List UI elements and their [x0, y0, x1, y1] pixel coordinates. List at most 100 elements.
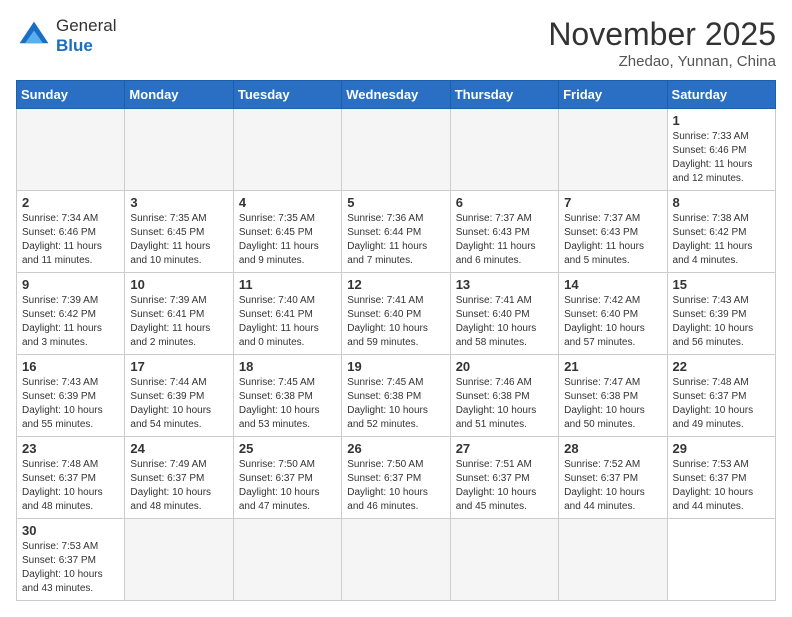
day-number: 2: [22, 195, 119, 210]
location: Zhedao, Yunnan, China: [548, 53, 776, 70]
calendar: SundayMondayTuesdayWednesdayThursdayFrid…: [16, 80, 776, 601]
day-info: Sunrise: 7:49 AM Sunset: 6:37 PM Dayligh…: [130, 458, 227, 514]
day-number: 7: [564, 195, 661, 210]
day-number: 6: [456, 195, 553, 210]
month-title: November 2025: [548, 16, 776, 53]
calendar-cell: 8 Sunrise: 7:38 AM Sunset: 6:42 PM Daylig…: [667, 191, 775, 273]
day-info: Sunrise: 7:45 AM Sunset: 6:38 PM Dayligh…: [239, 376, 336, 432]
day-number: 21: [564, 359, 661, 374]
day-info: Sunrise: 7:37 AM Sunset: 6:43 PM Dayligh…: [456, 212, 553, 268]
page-header: General Blue November 2025 Zhedao, Yunna…: [16, 16, 776, 70]
day-number: 19: [347, 359, 444, 374]
day-info: Sunrise: 7:36 AM Sunset: 6:44 PM Dayligh…: [347, 212, 444, 268]
day-info: Sunrise: 7:50 AM Sunset: 6:37 PM Dayligh…: [347, 458, 444, 514]
calendar-row: 1Sunrise: 7:33 AM Sunset: 6:46 PM Daylig…: [17, 109, 776, 191]
day-info: Sunrise: 7:44 AM Sunset: 6:39 PM Dayligh…: [130, 376, 227, 432]
day-info: Sunrise: 7:48 AM Sunset: 6:37 PM Dayligh…: [22, 458, 119, 514]
day-info: Sunrise: 7:42 AM Sunset: 6:40 PM Dayligh…: [564, 294, 661, 350]
weekday-header-sunday: Sunday: [17, 81, 125, 109]
day-number: 17: [130, 359, 227, 374]
day-info: Sunrise: 7:41 AM Sunset: 6:40 PM Dayligh…: [347, 294, 444, 350]
day-info: Sunrise: 7:50 AM Sunset: 6:37 PM Dayligh…: [239, 458, 336, 514]
title-block: November 2025 Zhedao, Yunnan, China: [548, 16, 776, 70]
calendar-cell: 24 Sunrise: 7:49 AM Sunset: 6:37 PM Dayli…: [125, 437, 233, 519]
weekday-header-friday: Friday: [559, 81, 667, 109]
day-number: 29: [673, 441, 770, 456]
day-number: 4: [239, 195, 336, 210]
day-number: 25: [239, 441, 336, 456]
calendar-cell: 25 Sunrise: 7:50 AM Sunset: 6:37 PM Dayli…: [233, 437, 341, 519]
logo: General Blue: [16, 16, 116, 56]
day-number: 27: [456, 441, 553, 456]
weekday-header-row: SundayMondayTuesdayWednesdayThursdayFrid…: [17, 81, 776, 109]
day-number: 11: [239, 277, 336, 292]
day-number: 20: [456, 359, 553, 374]
weekday-header-thursday: Thursday: [450, 81, 558, 109]
calendar-cell: [233, 109, 341, 191]
weekday-header-monday: Monday: [125, 81, 233, 109]
day-number: 13: [456, 277, 553, 292]
day-info: Sunrise: 7:45 AM Sunset: 6:38 PM Dayligh…: [347, 376, 444, 432]
day-number: 22: [673, 359, 770, 374]
day-number: 18: [239, 359, 336, 374]
calendar-cell: 3 Sunrise: 7:35 AM Sunset: 6:45 PM Daylig…: [125, 191, 233, 273]
day-info: Sunrise: 7:39 AM Sunset: 6:41 PM Dayligh…: [130, 294, 227, 350]
calendar-cell: 10 Sunrise: 7:39 AM Sunset: 6:41 PM Dayli…: [125, 273, 233, 355]
day-number: 14: [564, 277, 661, 292]
day-info: Sunrise: 7:52 AM Sunset: 6:37 PM Dayligh…: [564, 458, 661, 514]
calendar-cell: [450, 109, 558, 191]
calendar-row: 23 Sunrise: 7:48 AM Sunset: 6:37 PM Dayli…: [17, 437, 776, 519]
calendar-cell: 11 Sunrise: 7:40 AM Sunset: 6:41 PM Dayli…: [233, 273, 341, 355]
calendar-cell: [17, 109, 125, 191]
day-info: Sunrise: 7:35 AM Sunset: 6:45 PM Dayligh…: [130, 212, 227, 268]
calendar-cell: 5 Sunrise: 7:36 AM Sunset: 6:44 PM Daylig…: [342, 191, 450, 273]
day-info: Sunrise: 7:33 AM Sunset: 6:46 PM Dayligh…: [673, 130, 770, 186]
day-info: Sunrise: 7:43 AM Sunset: 6:39 PM Dayligh…: [22, 376, 119, 432]
day-number: 26: [347, 441, 444, 456]
day-info: Sunrise: 7:37 AM Sunset: 6:43 PM Dayligh…: [564, 212, 661, 268]
day-info: Sunrise: 7:34 AM Sunset: 6:46 PM Dayligh…: [22, 212, 119, 268]
day-info: Sunrise: 7:51 AM Sunset: 6:37 PM Dayligh…: [456, 458, 553, 514]
day-number: 3: [130, 195, 227, 210]
calendar-cell: [125, 519, 233, 601]
calendar-cell: [342, 519, 450, 601]
calendar-cell: 6 Sunrise: 7:37 AM Sunset: 6:43 PM Daylig…: [450, 191, 558, 273]
day-number: 5: [347, 195, 444, 210]
calendar-cell: 14 Sunrise: 7:42 AM Sunset: 6:40 PM Dayli…: [559, 273, 667, 355]
day-number: 8: [673, 195, 770, 210]
calendar-row: 2 Sunrise: 7:34 AM Sunset: 6:46 PM Daylig…: [17, 191, 776, 273]
day-number: 12: [347, 277, 444, 292]
day-number: 28: [564, 441, 661, 456]
calendar-cell: 18 Sunrise: 7:45 AM Sunset: 6:38 PM Dayli…: [233, 355, 341, 437]
day-number: 24: [130, 441, 227, 456]
weekday-header-wednesday: Wednesday: [342, 81, 450, 109]
calendar-cell: 23 Sunrise: 7:48 AM Sunset: 6:37 PM Dayli…: [17, 437, 125, 519]
day-number: 9: [22, 277, 119, 292]
calendar-cell: 19 Sunrise: 7:45 AM Sunset: 6:38 PM Dayli…: [342, 355, 450, 437]
calendar-cell: 20 Sunrise: 7:46 AM Sunset: 6:38 PM Dayli…: [450, 355, 558, 437]
calendar-cell: [233, 519, 341, 601]
calendar-cell: 28 Sunrise: 7:52 AM Sunset: 6:37 PM Dayli…: [559, 437, 667, 519]
calendar-cell: 30Sunrise: 7:53 AM Sunset: 6:37 PM Dayli…: [17, 519, 125, 601]
calendar-cell: 21 Sunrise: 7:47 AM Sunset: 6:38 PM Dayli…: [559, 355, 667, 437]
calendar-cell: [342, 109, 450, 191]
day-number: 10: [130, 277, 227, 292]
day-info: Sunrise: 7:40 AM Sunset: 6:41 PM Dayligh…: [239, 294, 336, 350]
day-number: 16: [22, 359, 119, 374]
day-info: Sunrise: 7:38 AM Sunset: 6:42 PM Dayligh…: [673, 212, 770, 268]
calendar-cell: 29Sunrise: 7:53 AM Sunset: 6:37 PM Dayli…: [667, 437, 775, 519]
calendar-cell: 16 Sunrise: 7:43 AM Sunset: 6:39 PM Dayli…: [17, 355, 125, 437]
day-info: Sunrise: 7:39 AM Sunset: 6:42 PM Dayligh…: [22, 294, 119, 350]
day-info: Sunrise: 7:43 AM Sunset: 6:39 PM Dayligh…: [673, 294, 770, 350]
calendar-row: 30Sunrise: 7:53 AM Sunset: 6:37 PM Dayli…: [17, 519, 776, 601]
calendar-cell: 26 Sunrise: 7:50 AM Sunset: 6:37 PM Dayli…: [342, 437, 450, 519]
day-info: Sunrise: 7:47 AM Sunset: 6:38 PM Dayligh…: [564, 376, 661, 432]
day-info: Sunrise: 7:46 AM Sunset: 6:38 PM Dayligh…: [456, 376, 553, 432]
day-info: Sunrise: 7:48 AM Sunset: 6:37 PM Dayligh…: [673, 376, 770, 432]
calendar-cell: [125, 109, 233, 191]
calendar-cell: 12 Sunrise: 7:41 AM Sunset: 6:40 PM Dayli…: [342, 273, 450, 355]
calendar-row: 16 Sunrise: 7:43 AM Sunset: 6:39 PM Dayli…: [17, 355, 776, 437]
day-number: 23: [22, 441, 119, 456]
calendar-cell: 17 Sunrise: 7:44 AM Sunset: 6:39 PM Dayli…: [125, 355, 233, 437]
day-info: Sunrise: 7:35 AM Sunset: 6:45 PM Dayligh…: [239, 212, 336, 268]
